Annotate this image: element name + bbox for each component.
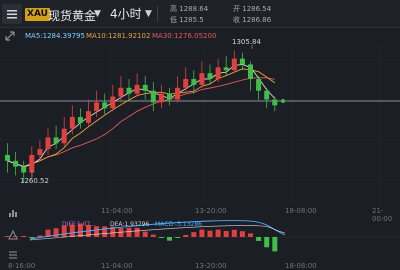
bottom-x-label-18-08: 18-08:00 (285, 262, 317, 270)
candle-body (37, 149, 43, 155)
candle-body (94, 102, 100, 112)
macd-bar (191, 232, 197, 237)
candle-body (231, 58, 237, 71)
candle-body (86, 111, 91, 123)
candle-body (13, 160, 19, 167)
candle-body (61, 128, 67, 144)
candle-body (53, 137, 59, 144)
macd-bar (215, 229, 221, 237)
bottom-x-label-8-16: 8-16:00 (8, 262, 36, 270)
macd-bar (167, 237, 172, 241)
candle-body (183, 79, 189, 88)
macd-dea-label: DEA:1.93796 (110, 221, 150, 228)
candle-body (158, 93, 164, 103)
candle-body (248, 64, 253, 80)
candle-body (5, 154, 10, 161)
macd-panel: DEA:1.93796 MACD:-3.13286 DIFF:1.07... (0, 213, 400, 261)
macd-bar (207, 230, 213, 237)
candles (5, 50, 278, 183)
macd-bar (272, 237, 278, 252)
macd-bar (248, 233, 253, 237)
candle-body (110, 96, 116, 109)
candle-body (215, 67, 221, 80)
ma30-path (7, 77, 275, 168)
macd-bar (175, 237, 181, 238)
candle-body (223, 67, 229, 71)
candle-body (21, 166, 27, 173)
candle-body (272, 99, 278, 106)
macd-bar (264, 237, 270, 248)
macd-bar (256, 237, 262, 241)
candle-body (77, 117, 83, 123)
candle-body (69, 117, 75, 129)
macd-bar (183, 234, 189, 237)
candle-body (199, 73, 205, 85)
candle-body (256, 79, 262, 91)
ma10-line (7, 68, 276, 168)
candle-body (191, 79, 197, 85)
ma5-path (7, 63, 276, 168)
macd-bar (158, 237, 164, 238)
macd-bar (13, 236, 19, 237)
candle-body (207, 73, 213, 80)
macd-bar (5, 236, 10, 237)
low-annotation: 1260.52 (20, 177, 49, 185)
bottom-x-label-13-20: 13-20:00 (195, 262, 227, 270)
ma5-line (7, 63, 276, 168)
macd-diff-label: DIFF:1.07... (62, 221, 96, 228)
macd-bar (199, 229, 205, 237)
chart-grid (0, 44, 400, 205)
candle-body (45, 137, 51, 150)
macd-bar (21, 236, 27, 237)
high-annotation: 1305.84 (232, 38, 261, 46)
bottom-x-label-11-04: 11-04:00 (101, 262, 133, 270)
candle-body (118, 87, 124, 97)
candle-body (150, 90, 156, 103)
current-price-marker (281, 99, 285, 103)
macd-bar (239, 231, 245, 237)
macd-value-label: MACD:-3.13286 (155, 221, 202, 228)
candle-body (167, 93, 172, 100)
macd-bar (126, 227, 132, 237)
macd-bar (231, 229, 237, 237)
macd-bar (223, 231, 229, 237)
macd-bar (134, 227, 140, 237)
ma30-line (7, 77, 275, 168)
ma10-path (7, 68, 276, 168)
macd-bar (102, 226, 108, 237)
candle-body (239, 58, 245, 65)
candle-body (175, 87, 181, 100)
candle-body (102, 102, 108, 109)
macd-bar (150, 234, 156, 237)
candle-body (142, 84, 148, 91)
macd-bar (142, 231, 148, 237)
macd-bar (29, 237, 35, 238)
candle-body (134, 84, 140, 94)
candle-body (126, 87, 132, 94)
candle-body (29, 154, 35, 173)
candle-body (264, 90, 270, 100)
